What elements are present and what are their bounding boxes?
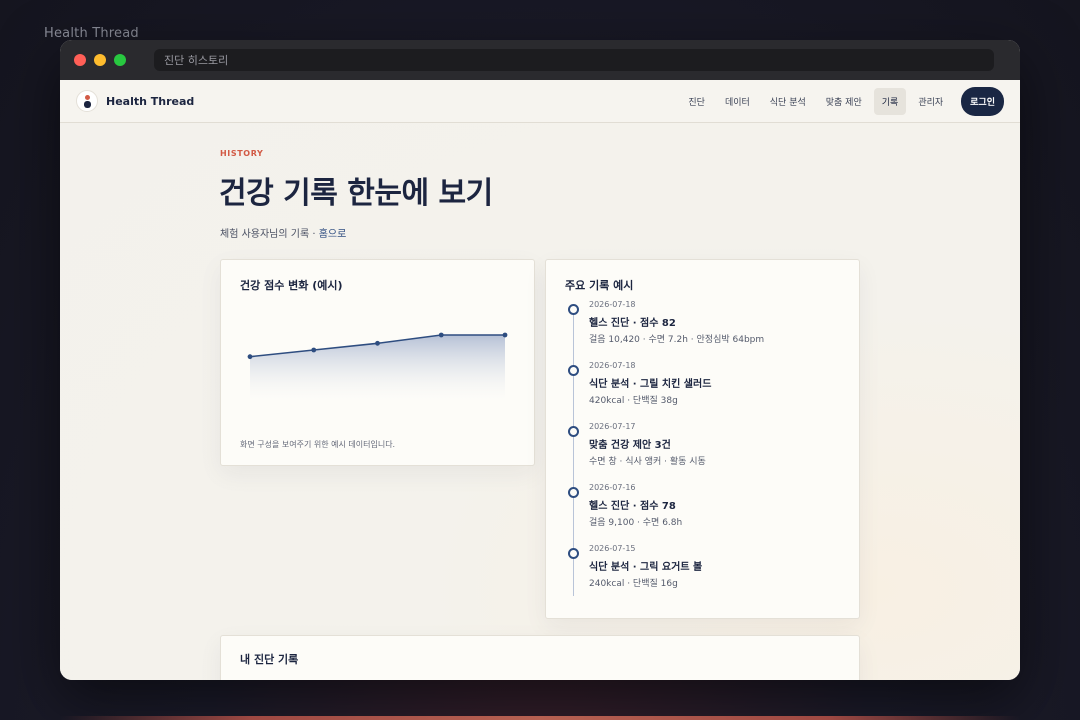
minimize-window-button[interactable] — [94, 54, 106, 66]
timeline-title: 식단 분석 · 그릴 치킨 샐러드 — [589, 379, 712, 390]
maximize-window-button[interactable] — [114, 54, 126, 66]
timeline-date: 2026-07-18 — [589, 300, 636, 309]
timeline-detail: 걸음 10,420 · 수면 7.2h · 안정심박 64bpm — [589, 335, 765, 345]
timeline-item[interactable]: 2026-07-15 식단 분석 · 그릭 요거트 볼 240kcal · 단백… — [546, 544, 861, 604]
chart-point-5[interactable] — [502, 332, 508, 338]
timeline-item[interactable]: 2026-07-18 헬스 진단 · 점수 82 걸음 10,420 · 수면 … — [546, 300, 861, 360]
nav-link-diagnosis[interactable]: 진단 — [680, 88, 713, 115]
timeline-date: 2026-07-18 — [589, 361, 636, 370]
page-title: 건강 기록 한눈에 보기 — [219, 176, 493, 211]
timeline-date: 2026-07-17 — [589, 422, 636, 431]
nav-link-custom-suggestions[interactable]: 맞춤 제안 — [818, 88, 870, 115]
timeline-title: 식단 분석 · 그릭 요거트 볼 — [589, 562, 703, 573]
timeline-title: 헬스 진단 · 점수 82 — [589, 318, 676, 329]
bottom-glow — [60, 716, 1020, 720]
chart-point-2[interactable] — [311, 347, 317, 353]
nav-link-diet-analysis[interactable]: 식단 분석 — [762, 88, 814, 115]
timeline-title: 헬스 진단 · 점수 78 — [589, 501, 676, 512]
records-card: 주요 기록 예시 2026-07-18 헬스 진단 · 점수 82 걸음 10,… — [545, 259, 860, 619]
timeline-detail: 240kcal · 단백질 16g — [589, 579, 678, 589]
timeline-title: 맞춤 건강 제안 3건 — [589, 440, 671, 451]
timeline-item[interactable]: 2026-07-16 헬스 진단 · 점수 78 걸음 9,100 · 수면 6… — [546, 483, 861, 543]
timeline-dot-icon — [568, 426, 579, 437]
timeline-date: 2026-07-15 — [589, 544, 636, 553]
timeline-date: 2026-07-16 — [589, 483, 636, 492]
timeline-dot-icon — [568, 487, 579, 498]
timeline-item[interactable]: 2026-07-17 맞춤 건강 제안 3건 수면 창 · 식사 앵커 · 활동… — [546, 422, 861, 482]
subline-text: 체험 사용자님의 기록 · — [220, 229, 319, 240]
timeline-dot-icon — [568, 365, 579, 376]
timeline-detail: 420kcal · 단백질 38g — [589, 396, 678, 406]
timeline-dot-icon — [568, 304, 579, 315]
score-chart — [247, 332, 508, 400]
browser-window: 진단 히스토리 Health Thread 진단 데이터 식단 분석 맞춤 제안… — [60, 40, 1020, 680]
page-content: Health Thread 진단 데이터 식단 분석 맞춤 제안 기록 관리자 … — [60, 80, 1020, 680]
records-card-title: 주요 기록 예시 — [565, 279, 634, 292]
desktop-app-label: Health Thread — [44, 26, 139, 41]
nav-link-records[interactable]: 기록 — [873, 87, 907, 115]
timeline-detail: 걸음 9,100 · 수면 6.8h — [589, 518, 683, 528]
window-titlebar: 진단 히스토리 — [60, 40, 1020, 80]
nav-links: 진단 데이터 식단 분석 맞춤 제안 기록 관리자 로그인 — [680, 86, 1004, 116]
nav-link-admin[interactable]: 관리자 — [910, 88, 951, 115]
brand-name: Health Thread — [106, 94, 195, 108]
top-navbar: Health Thread 진단 데이터 식단 분석 맞춤 제안 기록 관리자 … — [60, 80, 1020, 123]
score-chart-card: 건강 점수 변화 (예시) 화면 구성을 보여주기 위한 예시 데이터입니다. — [220, 259, 535, 466]
close-window-button[interactable] — [74, 54, 86, 66]
section-eyebrow: HISTORY — [220, 149, 264, 158]
brand[interactable]: Health Thread — [76, 90, 194, 112]
nav-link-data[interactable]: 데이터 — [717, 88, 758, 115]
logo-icon — [76, 90, 98, 112]
page-subline: 체험 사용자님의 기록 · 홈으로 — [220, 225, 346, 240]
diagnosis-history-card: 내 진단 기록 — [220, 635, 860, 680]
login-button[interactable]: 로그인 — [961, 86, 1004, 116]
timeline-dot-icon — [568, 548, 579, 559]
address-bar[interactable]: 진단 히스토리 — [154, 49, 994, 71]
chart-note: 화면 구성을 보여주기 위한 예시 데이터입니다. — [240, 440, 396, 449]
history-card-title: 내 진단 기록 — [240, 653, 299, 666]
timeline-item[interactable]: 2026-07-18 식단 분석 · 그릴 치킨 샐러드 420kcal · 단… — [546, 361, 861, 421]
chart-point-1[interactable] — [247, 354, 253, 360]
timeline-detail: 수면 창 · 식사 앵커 · 활동 시동 — [589, 457, 706, 467]
home-link[interactable]: 홈으로 — [319, 229, 347, 240]
chart-point-4[interactable] — [438, 332, 444, 338]
chart-point-3[interactable] — [375, 340, 380, 346]
